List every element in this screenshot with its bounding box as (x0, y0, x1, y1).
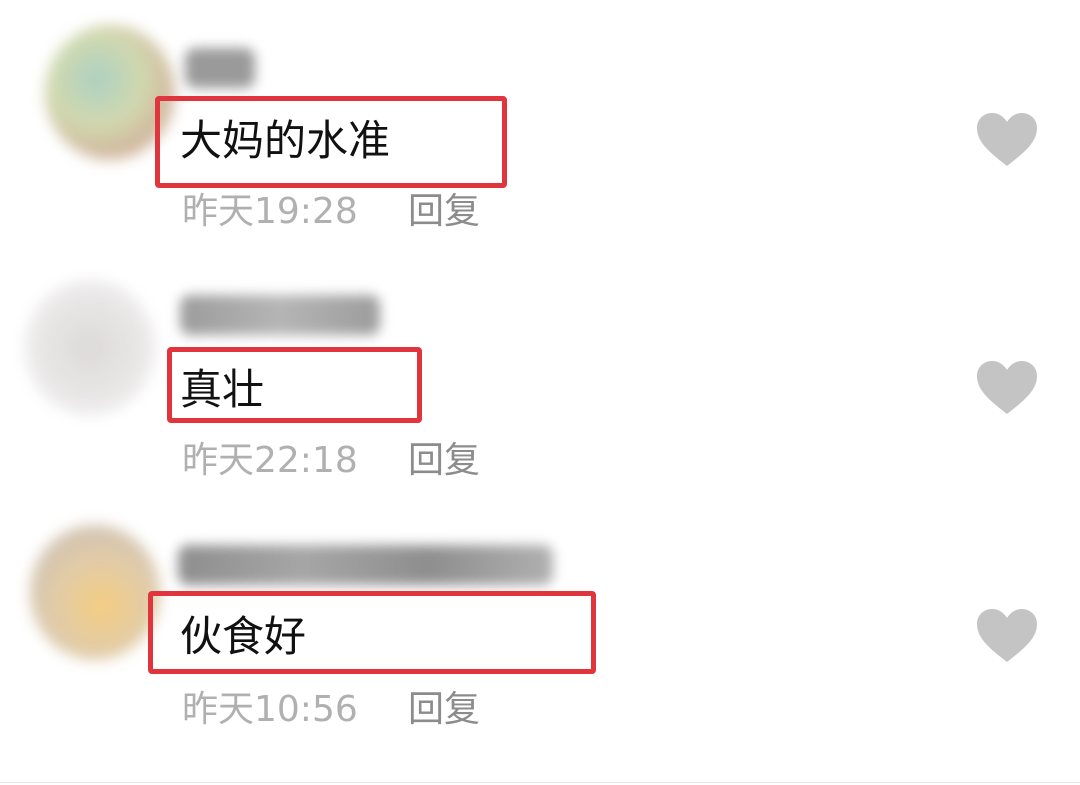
highlight-box (167, 347, 422, 423)
reply-button[interactable]: 回复 (408, 190, 480, 234)
timestamp: 昨天10:56 (182, 689, 358, 730)
highlight-box (148, 591, 596, 674)
highlight-box (155, 96, 507, 188)
comment-list: 大妈的水准 昨天19:28 回复 真壮 昨天22:18 回复 伙食好 昨天10:… (0, 0, 1080, 785)
username-blurred[interactable] (185, 48, 255, 88)
heart-icon (977, 113, 1037, 166)
heart-icon (977, 361, 1037, 414)
reply-button[interactable]: 回复 (408, 439, 480, 483)
username-blurred[interactable] (178, 545, 553, 585)
timestamp: 昨天22:18 (182, 440, 358, 481)
like-button[interactable] (975, 608, 1039, 664)
timestamp: 昨天19:28 (182, 191, 358, 232)
like-button[interactable] (975, 360, 1039, 416)
avatar[interactable] (25, 280, 155, 415)
heart-icon (977, 609, 1037, 662)
avatar[interactable] (30, 525, 160, 660)
like-button[interactable] (975, 112, 1039, 168)
divider (0, 782, 1080, 783)
username-blurred[interactable] (180, 295, 380, 335)
reply-button[interactable]: 回复 (408, 688, 480, 732)
comment-item: 真壮 昨天22:18 回复 (0, 250, 1080, 500)
comment-item: 伙食好 昨天10:56 回复 (0, 500, 1080, 750)
comment-item: 大妈的水准 昨天19:28 回复 (0, 0, 1080, 250)
